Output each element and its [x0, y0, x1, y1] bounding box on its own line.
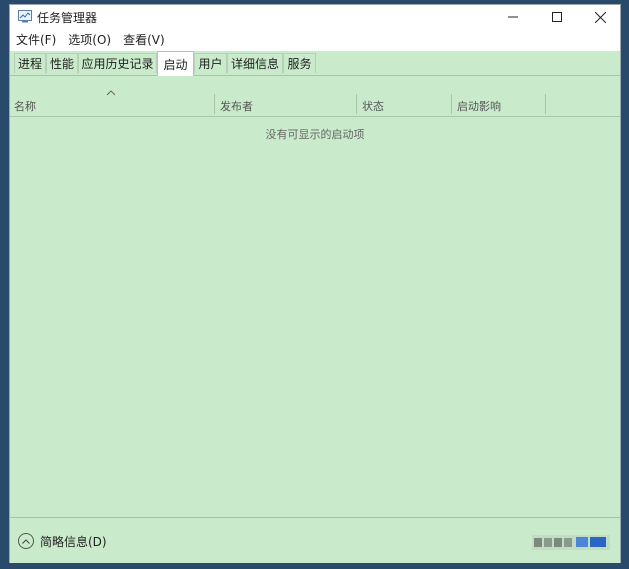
column-startup-impact[interactable]: 启动影响 — [457, 98, 501, 114]
startup-list: 名称 发布者 状态 启动影响 没有可显示的启动项 — [10, 76, 620, 517]
tab-details[interactable]: 详细信息 — [227, 53, 283, 73]
tab-strip: 进程 性能 应用历史记录 启动 用户 详细信息 服务 — [10, 51, 620, 76]
column-status[interactable]: 状态 — [362, 98, 384, 114]
minimize-button[interactable] — [491, 5, 535, 29]
chevron-up-circle-icon — [18, 533, 34, 549]
column-name[interactable]: 名称 — [14, 98, 36, 114]
column-divider[interactable] — [451, 94, 452, 114]
column-divider[interactable] — [214, 94, 215, 114]
maximize-icon — [552, 12, 562, 22]
desktop-background: 任务管理器 文件(F) 选项(O) 查看(V) 进程 性能 应用历史记录 启动 … — [0, 0, 629, 569]
empty-list-message: 没有可显示的启动项 — [265, 128, 365, 141]
fewer-details-button[interactable]: 简略信息(D) — [18, 532, 107, 550]
tab-app-history[interactable]: 应用历史记录 — [78, 53, 157, 73]
task-manager-icon — [18, 10, 32, 23]
fewer-details-label: 简略信息(D) — [40, 534, 107, 549]
menu-bar: 文件(F) 选项(O) 查看(V) — [10, 30, 620, 48]
column-divider[interactable] — [545, 94, 546, 114]
close-button[interactable] — [578, 5, 622, 29]
close-icon — [594, 11, 606, 23]
tab-performance[interactable]: 性能 — [46, 53, 78, 73]
menu-options[interactable]: 选项(O) — [62, 31, 117, 48]
tab-services[interactable]: 服务 — [283, 53, 316, 73]
menu-view[interactable]: 查看(V) — [117, 31, 171, 48]
watermark-logo — [532, 535, 610, 550]
tab-startup[interactable]: 启动 — [157, 51, 194, 76]
column-publisher[interactable]: 发布者 — [220, 98, 253, 114]
tab-processes[interactable]: 进程 — [14, 53, 46, 73]
column-header-row: 名称 发布者 状态 启动影响 — [10, 76, 620, 117]
window-title: 任务管理器 — [37, 11, 98, 25]
task-manager-window: 任务管理器 文件(F) 选项(O) 查看(V) 进程 性能 应用历史记录 启动 … — [9, 4, 621, 563]
title-bar: 任务管理器 — [10, 5, 620, 29]
tab-users[interactable]: 用户 — [194, 53, 227, 73]
sort-up-arrow-icon — [106, 90, 116, 96]
footer-bar: 简略信息(D) — [10, 517, 620, 563]
column-divider[interactable] — [356, 94, 357, 114]
minimize-icon — [508, 16, 518, 18]
maximize-button[interactable] — [535, 5, 579, 29]
menu-file[interactable]: 文件(F) — [10, 31, 62, 48]
